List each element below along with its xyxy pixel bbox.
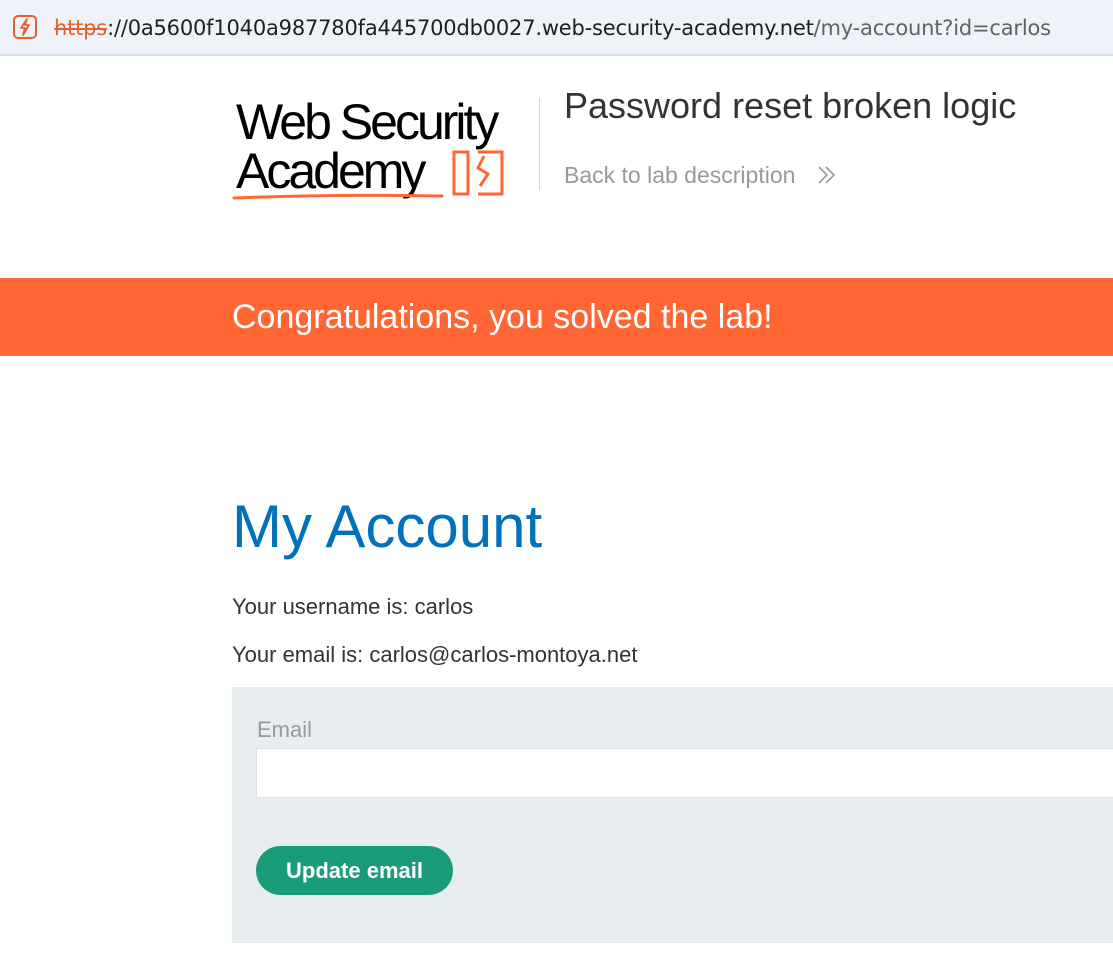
change-email-form <box>232 687 1113 943</box>
update-email-button[interactable]: Update email <box>256 846 453 895</box>
header-divider <box>539 98 540 190</box>
back-to-lab-description-link[interactable]: Back to lab description <box>564 160 795 190</box>
url-host: ://0a5600f1040a987780fa445700db0027.web-… <box>107 16 814 40</box>
solved-banner-message: Congratulations, you solved the lab! <box>232 298 773 336</box>
double-chevron-right-icon[interactable] <box>816 164 838 186</box>
username-info: Your username is: carlos <box>232 594 474 619</box>
email-input[interactable] <box>256 748 1113 798</box>
browser-address-bar[interactable]: https://0a5600f1040a987780fa445700db0027… <box>0 0 1113 56</box>
page-title: My Account <box>232 493 543 560</box>
email-label: Email <box>257 717 313 742</box>
web-security-academy-logo[interactable]: Web Security Academy <box>232 94 534 204</box>
address-url[interactable]: https://0a5600f1040a987780fa445700db0027… <box>54 14 1051 42</box>
url-path: /my-account?id=carlos <box>813 16 1051 40</box>
site-lightning-icon <box>13 15 37 39</box>
url-scheme: https <box>54 16 108 40</box>
logo-line2: Academy <box>236 143 426 199</box>
email-info: Your email is: carlos@carlos-montoya.net <box>232 642 638 667</box>
lab-title: Password reset broken logic <box>564 85 1017 126</box>
logo-line1: Web Security <box>236 94 499 150</box>
